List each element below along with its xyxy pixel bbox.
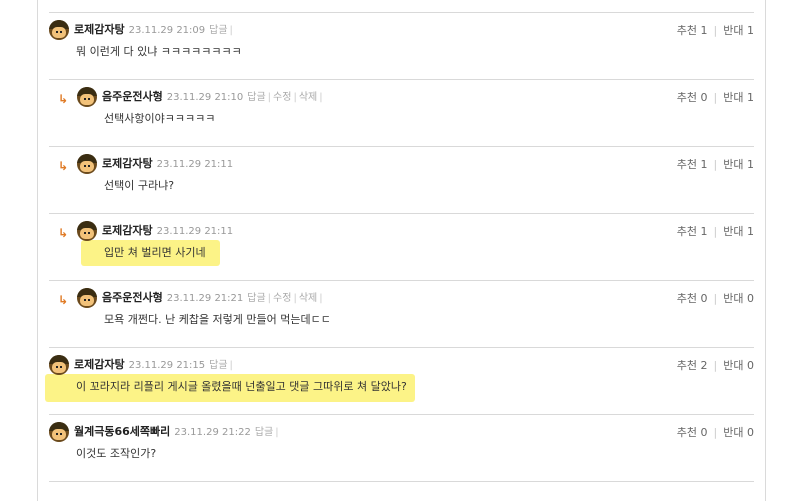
action-separator: |: [293, 92, 297, 103]
downvote-button[interactable]: 반대 1: [723, 24, 754, 37]
comment-item: 월계극동66세쪽빠리 23.11.29 21:22 답글 | 이것도 조작인가? 추천 0…: [49, 414, 754, 480]
comment-divider: [49, 481, 754, 482]
delete-button[interactable]: 삭제: [299, 92, 317, 103]
vote-separator: |: [713, 359, 718, 372]
upvote-button[interactable]: 추천 0: [677, 91, 708, 104]
comment-meta: 로제감자탕 23.11.29 21:15 답글 |: [74, 358, 235, 373]
vote-separator: |: [713, 158, 718, 171]
upvote-button[interactable]: 추천 1: [677, 24, 708, 37]
vote-separator: |: [713, 91, 718, 104]
comment-meta: 로제감자탕 23.11.29 21:11: [102, 157, 233, 172]
action-separator: |: [267, 92, 272, 103]
comment-date: 23.11.29 21:15: [128, 360, 206, 371]
comment-meta: 로제감자탕 23.11.29 21:11: [102, 224, 233, 239]
upvote-button[interactable]: 추천 0: [677, 426, 708, 439]
avatar-icon[interactable]: [49, 20, 69, 40]
comment-author[interactable]: 음주운전사형: [102, 291, 163, 304]
edit-button[interactable]: 수정: [273, 293, 291, 304]
reply-button[interactable]: 답글: [247, 92, 265, 103]
comment-date: 23.11.29 21:09: [128, 25, 206, 36]
comment-author[interactable]: 로제감자탕: [102, 157, 153, 170]
reply-arrow-icon: ↳: [58, 92, 69, 106]
vote-area: 추천 2 | 반대 0: [677, 357, 754, 373]
comment-text: 모욕 개쩐다. 난 케찹을 저렇게 만들어 먹는데ㄷㄷ: [104, 313, 331, 326]
comment-meta: 음주운전사형 23.11.29 21:10 답글 | 수정 | 삭제 |: [102, 90, 325, 105]
comment-author[interactable]: 로제감자탕: [102, 224, 153, 237]
comment-item: 로제감자탕 23.11.29 21:15 답글 | 이 꼬라지라 리플리 게시글 올렸을…: [45, 347, 754, 413]
comment-date: 23.11.29 21:22: [174, 427, 251, 438]
comment-text: 이 꼬라지라 리플리 게시글 올렸을때 넌출일고 댓글 그따위로 쳐 달았나?: [76, 380, 407, 393]
comment-date: 23.11.29 21:11: [156, 159, 234, 170]
comment-text: 선택이 구라냐?: [104, 179, 175, 192]
reply-button[interactable]: 답글: [247, 293, 265, 304]
comment-author[interactable]: 로제감자탕: [74, 23, 125, 36]
avatar-icon[interactable]: [77, 154, 97, 174]
vote-area: 추천 1 | 반대 1: [677, 223, 754, 239]
comment-text: 선택사항이야ㅋㅋㅋㅋㅋ: [104, 112, 216, 125]
avatar-icon[interactable]: [77, 87, 97, 107]
upvote-button[interactable]: 추천 1: [677, 225, 708, 238]
comment-meta: 로제감자탕 23.11.29 21:09 답글 |: [74, 23, 235, 38]
reply-arrow-icon: ↳: [58, 159, 69, 173]
downvote-button[interactable]: 반대 1: [723, 91, 754, 104]
vote-separator: |: [713, 292, 718, 305]
vote-area: 추천 0 | 반대 0: [677, 424, 754, 440]
comment-author[interactable]: 음주운전사형: [102, 90, 163, 103]
comment-item: ↳ 로제감자탕 23.11.29 21:11 입만 쳐 벌리면 사기네 추천 1 | 반대 …: [49, 213, 754, 279]
comment-meta: 음주운전사형 23.11.29 21:21 답글 | 수정 | 삭제 |: [102, 291, 325, 306]
comment-text: 입만 쳐 벌리면 사기네: [104, 246, 206, 259]
downvote-button[interactable]: 반대 1: [723, 158, 754, 171]
reply-button[interactable]: 답글: [255, 427, 273, 438]
action-separator: |: [293, 293, 297, 304]
reply-arrow-icon: ↳: [58, 226, 69, 240]
avatar-icon[interactable]: [49, 355, 69, 375]
action-separator: |: [267, 293, 272, 304]
comment-text: 뭐 이런게 다 있냐 ㅋㅋㅋㅋㅋㅋㅋㅋ: [76, 45, 242, 58]
avatar-icon[interactable]: [77, 288, 97, 308]
comment-item: ↳ 음주운전사형 23.11.29 21:21 답글 | 수정 | 삭제 | 모욕 개쩐다. 난 …: [49, 280, 754, 346]
upvote-button[interactable]: 추천 2: [677, 359, 708, 372]
comment-meta: 월계극동66세쪽빠리 23.11.29 21:22 답글 |: [74, 425, 281, 440]
page-frame-left: [37, 0, 38, 501]
comment-item: ↳ 음주운전사형 23.11.29 21:10 답글 | 수정 | 삭제 | 선택사항이야ㅋㅋㅋㅋ…: [49, 79, 754, 145]
downvote-button[interactable]: 반대 0: [723, 359, 754, 372]
comment-date: 23.11.29 21:21: [166, 293, 244, 304]
action-separator: |: [319, 293, 323, 304]
comment-date: 23.11.29 21:10: [166, 92, 244, 103]
vote-separator: |: [713, 24, 718, 37]
action-separator: |: [229, 25, 233, 36]
action-separator: |: [319, 92, 323, 103]
upvote-button[interactable]: 추천 1: [677, 158, 708, 171]
comment-item: 로제감자탕 23.11.29 21:09 답글 | 뭐 이런게 다 있냐 ㅋㅋㅋㅋㅋㅋㅋ…: [49, 12, 754, 78]
vote-separator: |: [713, 225, 718, 238]
action-separator: |: [229, 360, 233, 371]
avatar-icon[interactable]: [77, 221, 97, 241]
vote-separator: |: [713, 426, 718, 439]
action-separator: |: [275, 427, 279, 438]
comment-text: 이것도 조작인가?: [76, 447, 157, 460]
upvote-button[interactable]: 추천 0: [677, 292, 708, 305]
vote-area: 추천 1 | 반대 1: [677, 22, 754, 38]
reply-button[interactable]: 답글: [209, 25, 227, 36]
comment-author[interactable]: 로제감자탕: [74, 358, 125, 371]
comment-item: ↳ 로제감자탕 23.11.29 21:11 선택이 구라냐? 추천 1 | 반대 1: [49, 146, 754, 212]
page-frame-right: [765, 0, 766, 501]
avatar-icon[interactable]: [49, 422, 69, 442]
downvote-button[interactable]: 반대 1: [723, 225, 754, 238]
comment-date: 23.11.29 21:11: [156, 226, 234, 237]
comment-author[interactable]: 월계극동66세쪽빠리: [74, 425, 170, 438]
vote-area: 추천 0 | 반대 1: [677, 89, 754, 105]
vote-area: 추천 1 | 반대 1: [677, 156, 754, 172]
vote-area: 추천 0 | 반대 0: [677, 290, 754, 306]
edit-button[interactable]: 수정: [273, 92, 291, 103]
downvote-button[interactable]: 반대 0: [723, 292, 754, 305]
reply-arrow-icon: ↳: [58, 293, 69, 307]
reply-button[interactable]: 답글: [209, 360, 227, 371]
delete-button[interactable]: 삭제: [299, 293, 317, 304]
downvote-button[interactable]: 반대 0: [723, 426, 754, 439]
